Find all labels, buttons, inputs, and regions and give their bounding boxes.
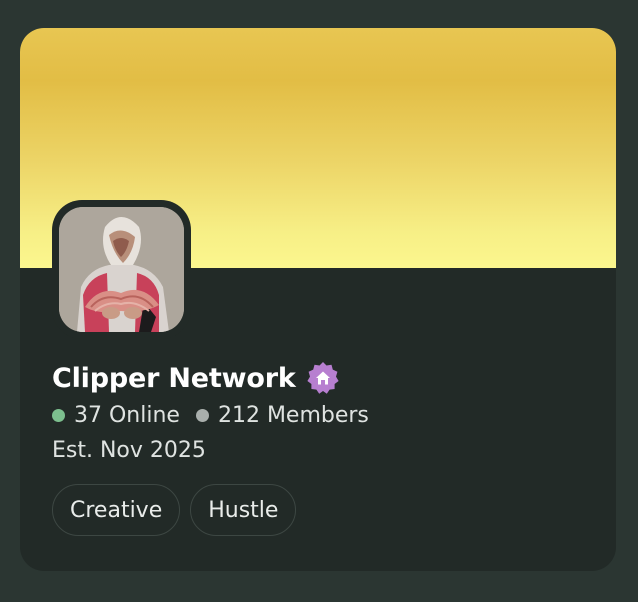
tag-creative[interactable]: Creative [52,484,181,536]
online-status-dot [52,408,65,422]
member-count: 212 Members [217,402,369,428]
server-name-row: Clipper Network [52,358,341,398]
avatar-image [59,207,184,332]
members-status-dot [195,408,209,422]
established-date: Est. Nov 2025 [52,438,206,463]
server-name: Clipper Network [52,362,296,394]
tag-hustle[interactable]: Hustle [190,484,297,536]
home-icon [305,360,341,396]
online-count: 37 Online [74,402,180,428]
server-profile-card: Clipper Network 37 Online 212 Members Es… [20,28,616,571]
server-stats: 37 Online 212 Members [52,398,369,432]
server-tags: Creative Hustle [52,484,306,536]
server-avatar-frame [52,200,191,339]
server-avatar[interactable] [59,207,184,332]
